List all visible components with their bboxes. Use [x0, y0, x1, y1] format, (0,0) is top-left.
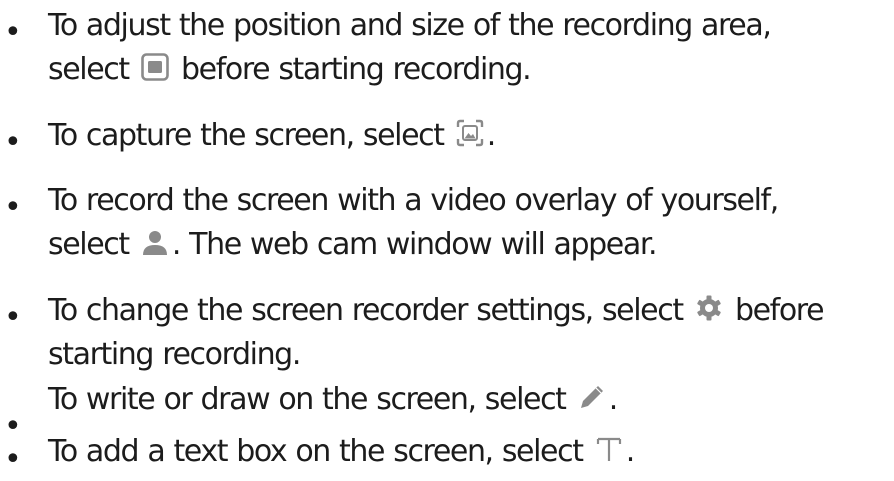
bullet: • [4, 190, 22, 225]
item-text: starting recording. [48, 337, 301, 372]
item-text: To capture the screen, select [48, 118, 445, 153]
item-text: . [486, 118, 497, 153]
person-icon [140, 227, 170, 257]
gear-icon [694, 293, 724, 323]
bullet: • [4, 15, 22, 50]
item-text: . [625, 434, 636, 469]
pencil-icon [577, 382, 607, 412]
item-text: To write or draw on the screen, select [48, 382, 567, 417]
item-text: select [48, 52, 130, 87]
item-text: To record the screen with a video overla… [48, 183, 779, 218]
bullet: • [4, 442, 22, 477]
item-text: before [734, 293, 825, 328]
item-text: . [608, 382, 619, 417]
item-text: before starting recording. [181, 52, 532, 87]
text-tool-icon [594, 434, 624, 464]
item-text: To add a text box on the screen, select [48, 434, 584, 469]
item-text: select [48, 227, 130, 262]
bullet: • [4, 300, 22, 335]
item-text: To adjust the position and size of the r… [48, 8, 772, 43]
bullet: • [4, 125, 22, 160]
item-text: To change the screen recorder settings, … [48, 293, 684, 328]
screenshot-icon [455, 118, 485, 148]
bullet: • [4, 409, 22, 444]
square-icon [140, 52, 170, 82]
item-text: . The web cam window will appear. [171, 227, 658, 262]
